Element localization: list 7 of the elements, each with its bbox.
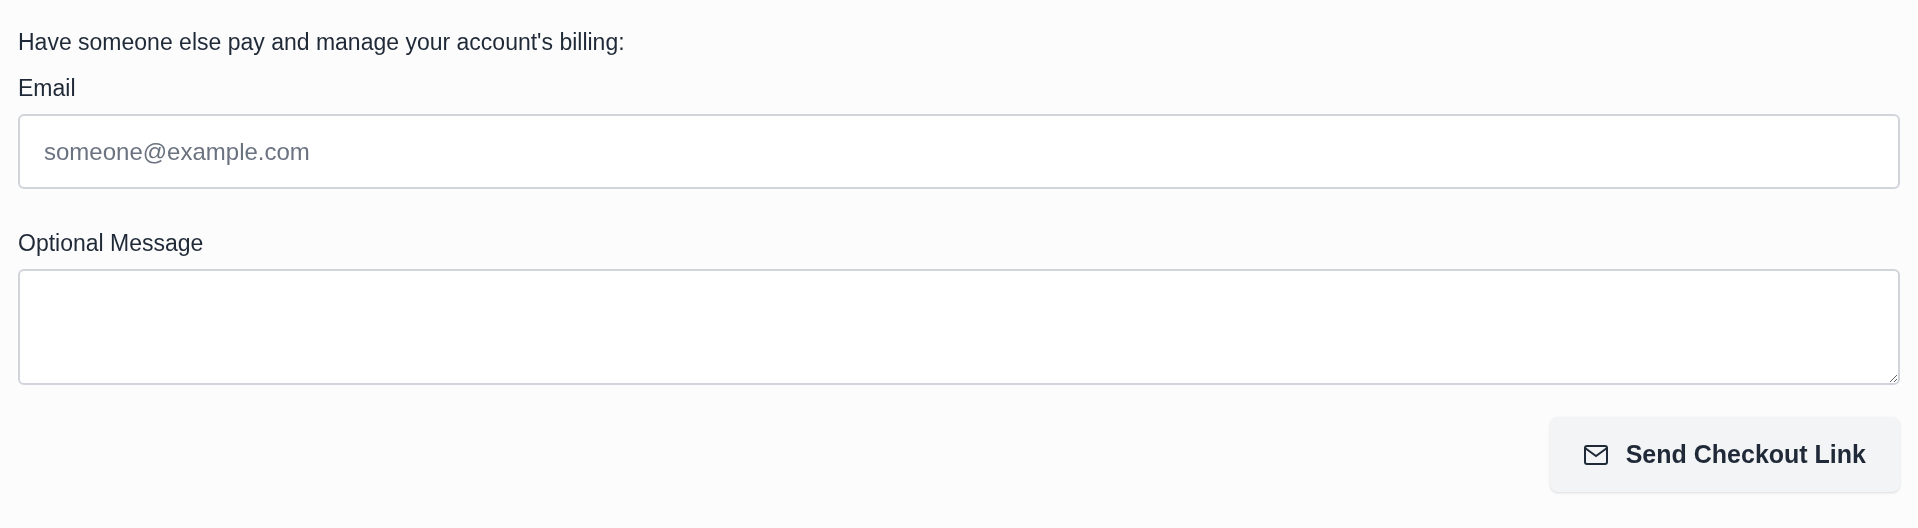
email-label: Email	[18, 74, 76, 103]
message-label: Optional Message	[18, 229, 204, 258]
email-field[interactable]: someone@example.com	[18, 114, 1900, 189]
intro-text: Have someone else pay and manage your account's billing:	[18, 28, 625, 57]
envelope-icon	[1583, 444, 1608, 465]
send-checkout-link-button[interactable]: Send Checkout Link	[1549, 417, 1900, 492]
message-field[interactable]	[18, 269, 1900, 385]
